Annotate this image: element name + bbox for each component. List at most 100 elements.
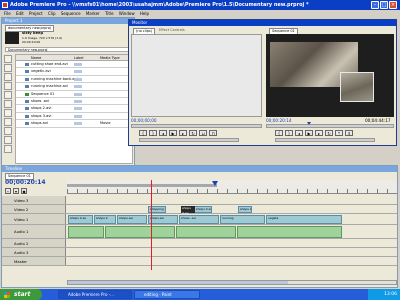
- program-jog-shuttle[interactable]: [275, 138, 375, 142]
- step-back-icon[interactable]: ◂: [159, 130, 167, 136]
- project-item[interactable]: vegetic.avi: [16, 68, 132, 76]
- timeline-tools: ⌁ ▾ ◆: [5, 188, 27, 194]
- menu-title[interactable]: Title: [105, 11, 114, 16]
- track-select-tool-icon[interactable]: [4, 64, 12, 72]
- project-item[interactable]: shoes .avi: [16, 98, 132, 106]
- menu-sequence[interactable]: Sequence: [61, 11, 81, 16]
- hand-tool-icon[interactable]: [4, 136, 12, 144]
- program-loop-icon[interactable]: ↻: [325, 130, 333, 136]
- work-area-bar[interactable]: [67, 184, 217, 187]
- step-forward-icon[interactable]: ▸: [179, 130, 187, 136]
- track-header[interactable]: Video 1: [2, 214, 66, 224]
- track-header[interactable]: Audio 2: [2, 239, 66, 247]
- project-item[interactable]: running machine back.avi: [16, 76, 132, 84]
- menu-window[interactable]: Window: [119, 11, 135, 16]
- pen-tool-icon[interactable]: [4, 127, 12, 135]
- track-header[interactable]: Master: [2, 257, 66, 265]
- timeline-scrollbar[interactable]: [67, 280, 397, 285]
- selection-tool-icon[interactable]: [4, 55, 12, 63]
- encore-marker-icon[interactable]: ◆: [21, 188, 27, 194]
- slide-tool-icon[interactable]: [4, 118, 12, 126]
- clip-v1[interactable]: shoes .avi: [179, 215, 219, 224]
- program-playhead-icon[interactable]: [307, 122, 311, 125]
- program-timecode[interactable]: 00;00:20:14: [266, 118, 292, 123]
- clip-v1[interactable]: shops 2.av: [68, 215, 93, 224]
- clip-v2[interactable]: shops 2.av: [194, 206, 212, 213]
- track-video-1: Video 1 shops 2.av shops 2 shops.avi sho…: [2, 214, 397, 225]
- program-set-out-icon[interactable]: }: [285, 130, 293, 136]
- audio-clip[interactable]: [105, 226, 175, 238]
- rate-stretch-tool-icon[interactable]: [4, 91, 12, 99]
- movie-icon: [25, 99, 29, 103]
- program-play-icon[interactable]: ▶: [305, 130, 313, 136]
- program-step-back-icon[interactable]: ◂: [295, 130, 303, 136]
- clip-v1[interactable]: running: [220, 215, 265, 224]
- audio-clip[interactable]: [237, 226, 342, 238]
- playhead-handle-icon[interactable]: [212, 181, 218, 186]
- clip-v2[interactable]: shops 2.av: [238, 206, 252, 213]
- project-item[interactable]: shops 3.avi: [16, 113, 132, 121]
- taskbar-premiere[interactable]: Adobe Premiere Pro -...: [58, 290, 132, 299]
- audio-clip[interactable]: [68, 226, 104, 238]
- snap-icon[interactable]: ⌁: [5, 188, 11, 194]
- bin-path: Documentary new.prproj: [5, 47, 133, 52]
- audio-clip[interactable]: [176, 226, 236, 238]
- marker-icon[interactable]: ▾: [13, 188, 19, 194]
- track-header[interactable]: Video 2: [2, 205, 66, 213]
- rolling-edit-tool-icon[interactable]: [4, 82, 12, 90]
- loop-icon[interactable]: ↻: [189, 130, 197, 136]
- menu-project[interactable]: Project: [29, 11, 43, 16]
- clip-v1[interactable]: shops 2: [94, 215, 116, 224]
- track-header[interactable]: Video 3: [2, 196, 66, 204]
- razor-tool-icon[interactable]: [4, 100, 12, 108]
- menu-clip[interactable]: Clip: [48, 11, 56, 16]
- clip-v1[interactable]: vegeta: [266, 215, 342, 224]
- set-in-point-icon[interactable]: {: [139, 130, 147, 136]
- set-out-point-icon[interactable]: }: [149, 130, 157, 136]
- extract-icon[interactable]: ⇞: [345, 130, 353, 136]
- minimize-button[interactable]: –: [371, 1, 379, 9]
- clip-v1[interactable]: shops.avi: [148, 215, 178, 224]
- source-timecode[interactable]: 00;00;00;00: [131, 118, 157, 123]
- time-ruler[interactable]: [67, 180, 397, 194]
- menu-file[interactable]: File: [4, 11, 11, 16]
- program-step-forward-icon[interactable]: ▸: [315, 130, 323, 136]
- ripple-edit-tool-icon[interactable]: [4, 73, 12, 81]
- program-time-ruler[interactable]: [266, 124, 394, 128]
- taskbar-paint[interactable]: editing - Paint: [134, 290, 200, 299]
- insert-icon[interactable]: ⊔: [199, 130, 207, 136]
- zoom-tool-icon[interactable]: [4, 145, 12, 153]
- source-time-ruler[interactable]: [131, 124, 262, 128]
- clock: 13:06: [384, 292, 397, 297]
- program-viewer[interactable]: [266, 34, 394, 117]
- track-header[interactable]: Audio 3: [2, 248, 66, 256]
- lift-icon[interactable]: ⇡: [335, 130, 343, 136]
- scrollbar-thumb[interactable]: [68, 281, 288, 284]
- tab-effect-controls[interactable]: Effect Controls: [159, 28, 185, 33]
- maximize-button[interactable]: □: [380, 1, 388, 9]
- source-jog-shuttle[interactable]: [139, 138, 239, 142]
- project-item[interactable]: Sequence 01: [16, 91, 132, 98]
- program-set-in-icon[interactable]: {: [275, 130, 283, 136]
- source-viewer[interactable]: [131, 34, 262, 117]
- menu-marker[interactable]: Marker: [86, 11, 100, 16]
- clip-selected[interactable]: shops 2.av: [181, 206, 195, 215]
- overlay-icon[interactable]: ⊓: [209, 130, 217, 136]
- menu-edit[interactable]: Edit: [16, 11, 24, 16]
- project-item[interactable]: running machine.avi: [16, 83, 132, 91]
- track-header[interactable]: Audio 1: [2, 225, 66, 238]
- clip-v1[interactable]: shops.avi: [117, 215, 147, 224]
- label-swatch: [74, 85, 82, 89]
- project-item[interactable]: shops.avi Movie: [16, 120, 132, 128]
- project-item[interactable]: cutting shoe end.avi: [16, 61, 132, 69]
- timeline-timecode[interactable]: 00;00:20:14: [5, 179, 46, 186]
- tracks-area: Video 3 Video 2 shopping 2 shops 2.av sh…: [2, 196, 397, 266]
- project-file-list: Name Label Media Type cutting shoe end.a…: [15, 54, 133, 164]
- close-button[interactable]: ×: [389, 1, 397, 9]
- menu-help[interactable]: Help: [140, 11, 149, 16]
- label-swatch: [74, 92, 82, 96]
- slip-tool-icon[interactable]: [4, 109, 12, 117]
- project-item[interactable]: shops 2.avi: [16, 105, 132, 113]
- play-icon[interactable]: ▶: [169, 130, 177, 136]
- timeline-panel: Timeline Sequence 01 00;00:20:14 ⌁ ▾ ◆ V…: [1, 165, 398, 288]
